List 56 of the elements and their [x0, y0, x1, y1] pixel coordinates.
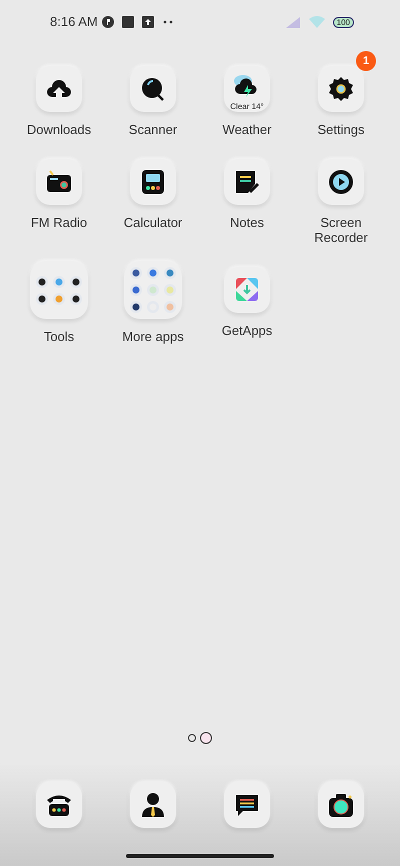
notification-icon — [102, 16, 114, 28]
app-label: Weather — [222, 122, 272, 137]
app-icon-button[interactable] — [318, 66, 364, 112]
app-label: Tools — [42, 329, 76, 344]
clock-time: 8:16 AM — [50, 13, 98, 32]
calculator-icon — [139, 168, 167, 196]
note-pencil-icon — [233, 168, 261, 196]
notification-badge: 1 — [356, 51, 376, 71]
app-icon-button[interactable] — [224, 159, 270, 205]
app-label: FM Radio — [30, 215, 88, 230]
mini-app-icon — [130, 267, 142, 279]
dock-app-button[interactable] — [318, 782, 364, 828]
dock-app-button[interactable] — [36, 782, 82, 828]
mini-app-icon — [164, 301, 176, 313]
dock-app-button[interactable] — [224, 782, 270, 828]
mini-app-icon — [147, 267, 159, 279]
signal-icon — [284, 16, 301, 28]
app-icon-button[interactable] — [318, 159, 364, 205]
app-label: Downloads — [26, 122, 92, 137]
mini-app-icon — [53, 292, 65, 304]
app-icon-button[interactable] — [130, 159, 176, 205]
wifi-icon — [308, 16, 325, 28]
mini-app-icon — [164, 284, 176, 296]
page-dot[interactable] — [188, 734, 196, 742]
square-icon — [122, 16, 134, 28]
more-icon — [162, 20, 174, 24]
mini-app-icon — [164, 267, 176, 279]
mini-app-icon — [70, 292, 82, 304]
app-label: Calculator — [122, 215, 184, 230]
mini-app-icon — [70, 276, 82, 288]
camera-icon — [327, 791, 355, 819]
gear-icon — [327, 75, 355, 103]
app-label: More apps — [121, 329, 185, 344]
record-play-icon — [327, 168, 355, 196]
mini-app-icon — [130, 301, 142, 313]
mini-app-icon — [36, 292, 48, 304]
app-label: Screen Recorder — [313, 215, 369, 245]
mini-app-icon — [130, 284, 142, 296]
dock-app-button[interactable] — [130, 782, 176, 828]
page-dot[interactable] — [200, 732, 212, 744]
app-label: GetApps — [220, 323, 274, 338]
person-tie-icon — [139, 791, 167, 819]
folder-button[interactable] — [30, 261, 88, 319]
mini-app-icon — [147, 284, 159, 296]
app-label: Notes — [229, 215, 265, 230]
battery-level: 100 — [332, 16, 354, 28]
mini-app-icon — [53, 276, 65, 288]
app-label: Settings — [316, 122, 366, 137]
app-icon-button[interactable] — [36, 159, 82, 205]
app-label: Scanner — [128, 122, 178, 137]
app-icon-button[interactable]: Clear 14° — [224, 66, 270, 112]
mini-app-icon — [36, 276, 48, 288]
weather-caption: Clear 14° — [229, 102, 265, 111]
app-icon-button[interactable] — [36, 66, 82, 112]
app-icon-button[interactable] — [130, 66, 176, 112]
upload-icon — [142, 16, 154, 28]
